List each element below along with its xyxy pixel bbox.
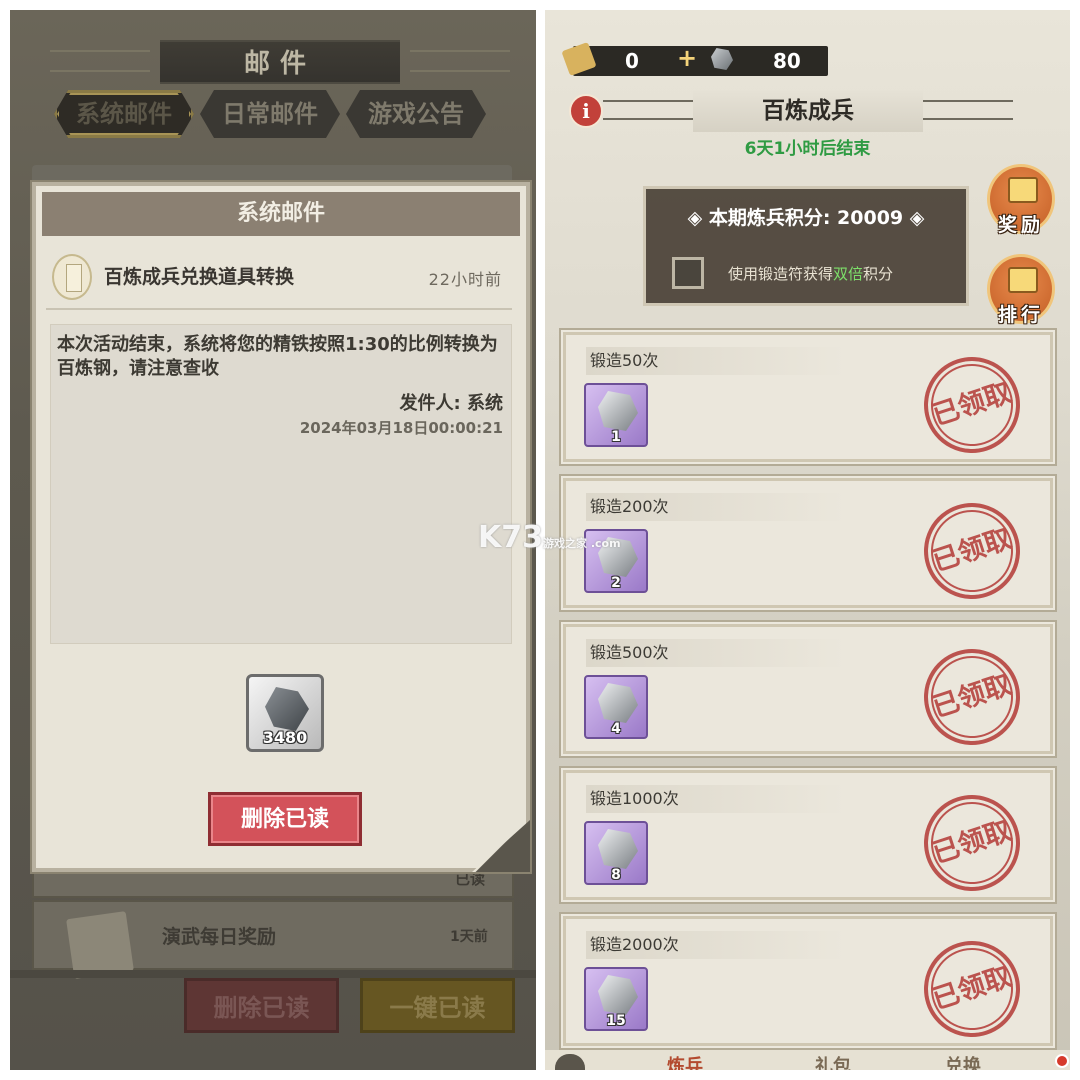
iron-currency-value: 80 [773,49,801,73]
milestone-label: 锻造1000次 [586,785,846,813]
mail-row-time: 1天前 [450,929,488,945]
scroll-icon [52,254,92,300]
reward-item[interactable]: 4 [584,675,648,739]
reward-label: 奖励 [997,214,1044,236]
double-text-suffix: 积分 [863,265,894,283]
claimed-stamp: 已领取 [911,636,1033,758]
milestone-label: 锻造500次 [586,639,846,667]
iron-ore-icon [598,829,638,869]
reward-quantity: 15 [606,1013,626,1029]
milestone-card: 锻造500次 4 已领取 [563,624,1053,758]
modal-title: 系统邮件 [42,192,520,236]
title-ornament-left [603,100,693,120]
mail-content: 本次活动结束，系统将您的精铁按照1:30的比例转换为百炼钢，请注意查收 [57,334,498,379]
reward-quantity: 2 [611,575,621,591]
reward-button[interactable]: 奖励 [987,164,1055,236]
attachment-item[interactable]: 3480 [246,674,324,752]
tab-gift[interactable]: 礼包 [815,1052,851,1070]
mail-row-title: 演武每日奖励 [162,926,277,948]
iron-ore-icon [598,391,638,431]
reward-item[interactable]: 15 [584,967,648,1031]
divider [10,970,536,978]
title-ornament-right [923,100,1013,120]
watermark: K73游戏之家 .com [478,520,621,555]
reward-quantity: 8 [611,867,621,883]
double-points-checkbox[interactable] [672,257,704,289]
milestone-card: 锻造1000次 8 已领取 [563,770,1053,904]
mail-sender: 发件人: 系统 [399,393,503,414]
screenshot-root: 邮件 系统邮件 日常邮件 游戏公告 演武每日奖励 1天前 已读 删除已读 一键已… [0,0,1080,1080]
iron-ore-icon [598,975,638,1015]
event-title: 百炼成兵 [693,90,923,132]
scroll-currency-value: 0 [625,49,639,73]
reward-quantity: 1 [611,429,621,445]
claimed-stamp: 已领取 [911,344,1033,466]
reward-item[interactable]: 1 [584,383,648,447]
add-currency-button[interactable]: + [677,44,697,72]
mail-screen: 邮件 系统邮件 日常邮件 游戏公告 演武每日奖励 1天前 已读 删除已读 一键已… [10,10,536,1070]
chest-icon [1008,177,1038,203]
tab-exchange[interactable]: 兑换 [945,1052,981,1070]
double-text-prefix: 使用锻造符获得 [728,265,834,283]
milestone-label: 锻造50次 [586,347,846,375]
scroll-icon [66,911,134,979]
tab-forge[interactable]: 炼兵 [667,1052,703,1070]
reward-item[interactable]: 8 [584,821,648,885]
mail-subject: 百炼成兵兑换道具转换 [104,266,295,288]
tab-system-mail[interactable]: 系统邮件 [54,90,194,138]
steel-ingot-icon [265,687,309,731]
title-ornament-left [50,50,150,72]
score-label: ◈ 本期炼兵积分: 20009 ◈ [687,207,925,229]
milestone-label: 锻造2000次 [586,931,846,959]
rank-button[interactable]: 排行 [987,254,1055,326]
double-text-highlight: 双倍 [833,265,864,283]
milestone-card: 锻造2000次 15 已领取 [563,916,1053,1050]
forging-event-screen: 0 + 80 i 百炼成兵 6天1小时后结束 ◈ 本期炼兵积分: 20009 ◈… [545,10,1070,1070]
delete-read-button[interactable]: 删除已读 [208,792,362,846]
watermark-sub: 游戏之家 .com [543,537,621,550]
notification-dot-icon [1055,1054,1069,1068]
mail-time: 22小时前 [428,270,502,289]
mail-body: 本次活动结束，系统将您的精铁按照1:30的比例转换为百炼钢，请注意查收 发件人:… [50,324,512,644]
milestone-label: 锻造200次 [586,493,846,521]
mail-detail-modal: 系统邮件 百炼成兵兑换道具转换 22小时前 本次活动结束，系统将您的精铁按照1:… [32,182,530,872]
watermark-main: K73 [478,520,543,555]
tab-daily-mail[interactable]: 日常邮件 [200,90,340,138]
milestone-card: 锻造50次 1 已领取 [563,332,1053,466]
tab-game-notice[interactable]: 游戏公告 [346,90,486,138]
mail-subject-row: 百炼成兵兑换道具转换 22小时前 [46,244,512,310]
milestone-card: 锻造200次 2 已领取 [563,478,1053,612]
claimed-stamp: 已领取 [911,928,1033,1050]
claimed-stamp: 已领取 [911,490,1033,612]
iron-ore-icon [598,683,638,723]
score-panel: ◈ 本期炼兵积分: 20009 ◈ 使用锻造符获得双倍积分 [643,186,969,306]
mail-date: 2024年03月18日00:00:21 [299,419,503,437]
page-curl [472,820,530,872]
title-ornament-right [410,50,510,72]
delete-read-button-bg[interactable]: 删除已读 [184,978,339,1033]
attachment-quantity: 3480 [262,728,308,747]
bottom-nav: 炼兵 礼包 兑换 [545,1050,1070,1070]
read-all-button[interactable]: 一键已读 [360,978,515,1033]
claimed-stamp: 已领取 [911,782,1033,904]
double-points-label: 使用锻造符获得双倍积分 [728,263,893,284]
event-countdown: 6天1小时后结束 [744,139,871,159]
mail-window-title: 邮件 [160,40,400,84]
gate-icon [1008,267,1038,293]
info-icon[interactable]: i [569,94,603,128]
reward-quantity: 4 [611,721,621,737]
mail-tabs: 系统邮件 日常邮件 游戏公告 [50,90,500,140]
rank-label: 排行 [997,304,1044,326]
